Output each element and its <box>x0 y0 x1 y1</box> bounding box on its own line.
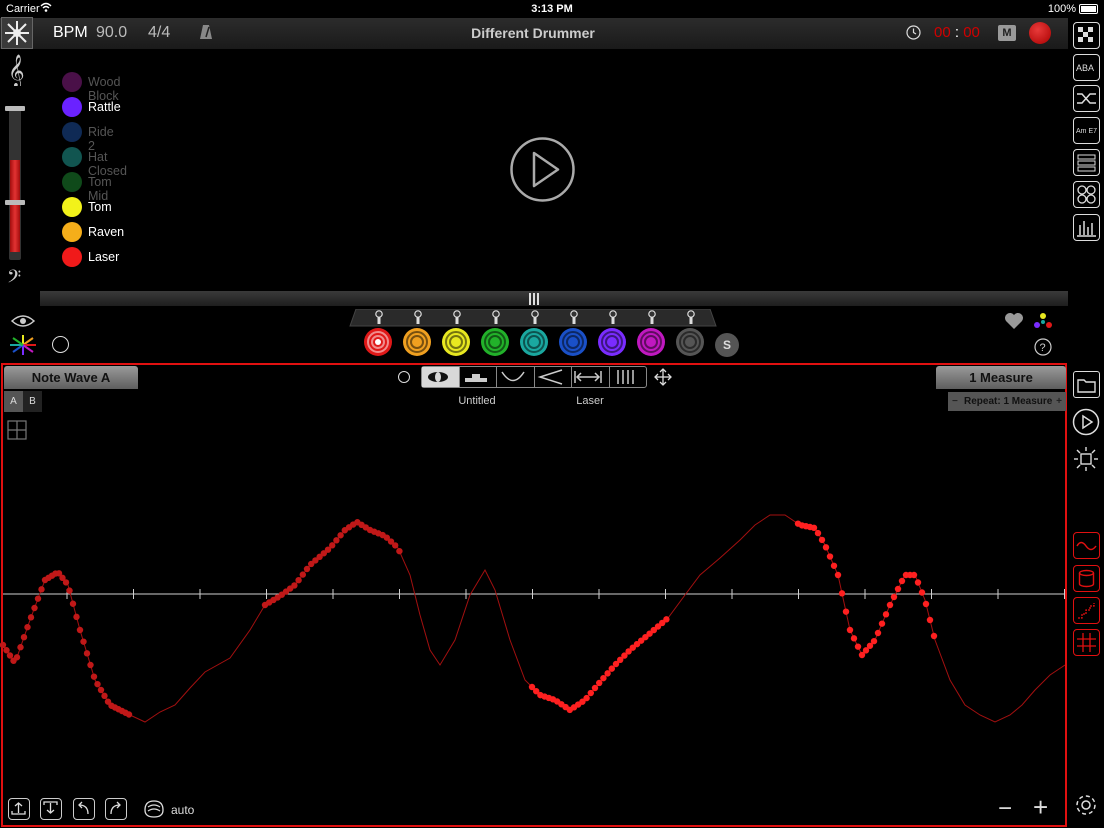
wave-dot[interactable] <box>299 571 306 578</box>
wave-dot[interactable] <box>850 635 858 642</box>
undo-button[interactable] <box>73 798 95 820</box>
wave-dot[interactable] <box>910 571 918 579</box>
zoom-out-button[interactable]: − <box>998 795 1012 823</box>
wave-dot[interactable] <box>874 629 882 637</box>
wave-dot[interactable] <box>291 582 298 589</box>
wave-dot[interactable] <box>846 626 854 634</box>
wave-dot[interactable] <box>94 680 101 688</box>
wave-dot[interactable] <box>24 623 31 631</box>
wave-dot[interactable] <box>62 579 70 586</box>
wave-dot[interactable] <box>87 661 94 669</box>
wave-dot[interactable] <box>834 571 842 579</box>
wave-dot[interactable] <box>101 692 108 700</box>
wave-dot[interactable] <box>882 611 890 618</box>
wave-dot[interactable] <box>818 536 826 544</box>
wave-dot[interactable] <box>0 641 7 649</box>
wave-dot[interactable] <box>830 562 838 569</box>
wave-dot[interactable] <box>583 694 590 702</box>
wave-dot[interactable] <box>587 689 594 697</box>
wave-dot[interactable] <box>926 616 934 624</box>
wave-dot[interactable] <box>842 608 850 615</box>
wave-dot[interactable] <box>333 537 340 544</box>
wave-dot[interactable] <box>396 547 403 555</box>
wave-dot[interactable] <box>596 679 603 687</box>
wave-dot[interactable] <box>814 529 822 537</box>
wave-dot[interactable] <box>870 637 878 645</box>
wave-dot[interactable] <box>894 585 902 593</box>
wave-dot[interactable] <box>6 652 14 659</box>
wave-dot[interactable] <box>83 650 91 657</box>
redo-button[interactable] <box>105 798 127 820</box>
wave-dot[interactable] <box>38 586 45 593</box>
wave-dot[interactable] <box>822 544 830 551</box>
wave-dot[interactable] <box>73 613 80 621</box>
wave-dot[interactable] <box>826 553 834 560</box>
shift-down-button[interactable] <box>40 798 62 820</box>
wave-dot[interactable] <box>66 587 73 594</box>
wave-dot[interactable] <box>20 634 28 641</box>
wave-dot[interactable] <box>890 593 898 601</box>
wave-dot[interactable] <box>337 532 344 539</box>
wave-dot[interactable] <box>922 600 930 608</box>
wave-dot[interactable] <box>854 643 862 650</box>
wave-dot[interactable] <box>918 589 926 596</box>
wave-dot[interactable] <box>329 542 336 549</box>
wave-dot[interactable] <box>90 673 98 680</box>
wave-dot[interactable] <box>97 686 105 694</box>
wave-dot[interactable] <box>930 632 938 640</box>
wave-dot[interactable] <box>76 626 84 634</box>
wave-dot[interactable] <box>392 542 399 549</box>
wave-dot[interactable] <box>17 644 24 651</box>
wave-dot[interactable] <box>80 638 87 645</box>
wave-dot[interactable] <box>3 647 10 654</box>
wave-dot[interactable] <box>810 524 818 531</box>
zoom-in-button[interactable]: + <box>1033 792 1048 823</box>
wave-dot[interactable] <box>125 711 133 718</box>
wave-dot[interactable] <box>663 616 670 623</box>
shift-up-button[interactable] <box>8 798 30 820</box>
auto-label: auto <box>171 803 195 817</box>
auto-hand-icon[interactable] <box>142 796 166 825</box>
wave-dot[interactable] <box>27 614 35 621</box>
wave-dot[interactable] <box>591 684 599 692</box>
wave-dot[interactable] <box>69 600 77 607</box>
waveform-canvas[interactable] <box>0 0 1104 828</box>
wave-dot[interactable] <box>878 620 886 627</box>
wave-dot[interactable] <box>303 565 311 573</box>
wave-dot[interactable] <box>34 595 42 602</box>
wave-dot[interactable] <box>898 577 906 585</box>
wave-dot[interactable] <box>31 604 38 612</box>
wave-dot[interactable] <box>295 577 302 584</box>
wave-dot[interactable] <box>914 579 922 586</box>
wave-dot[interactable] <box>13 654 21 661</box>
wave-dot[interactable] <box>838 590 846 597</box>
wave-dot[interactable] <box>886 601 894 609</box>
